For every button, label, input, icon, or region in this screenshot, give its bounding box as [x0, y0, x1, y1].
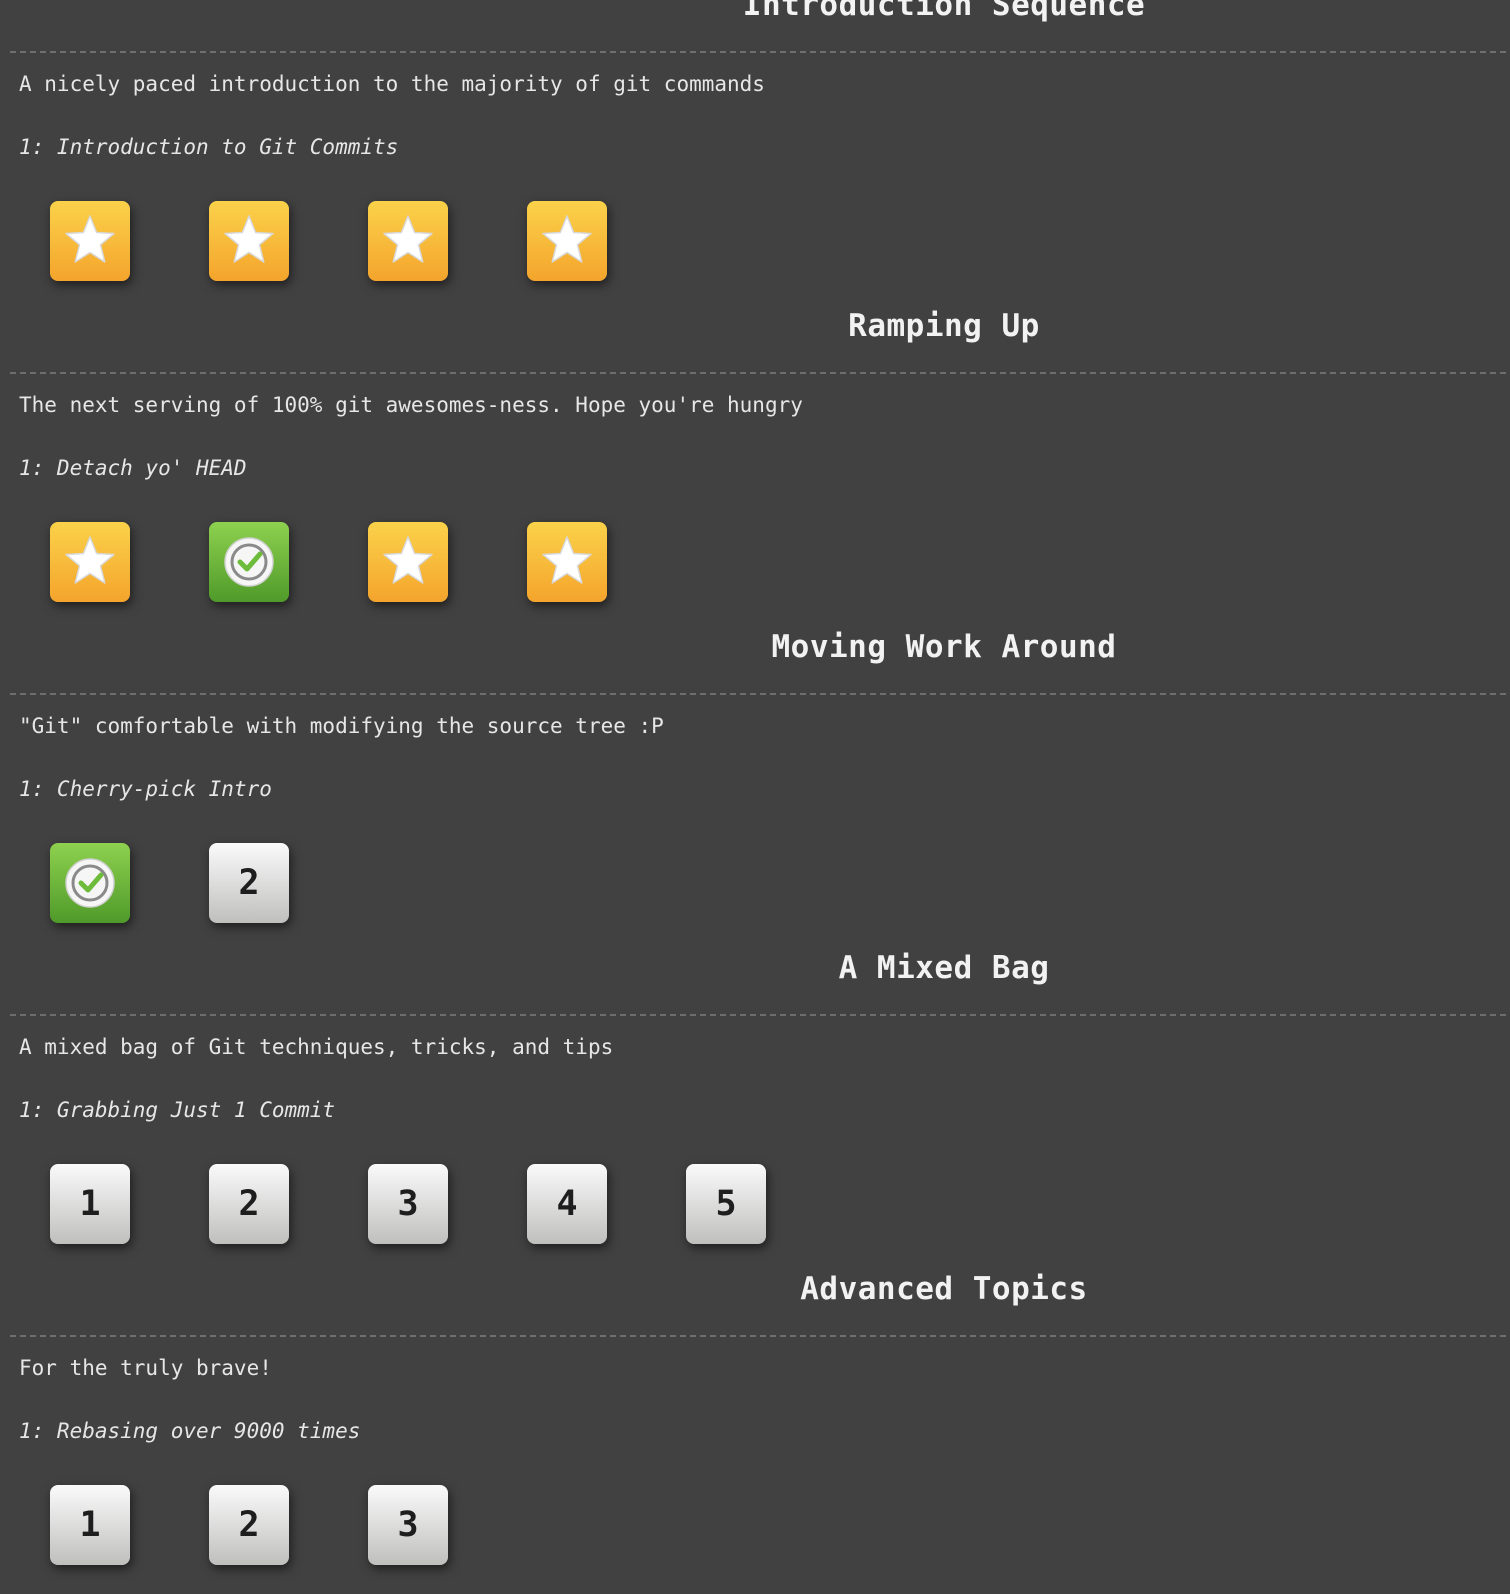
star-icon — [60, 532, 120, 592]
selected-level-name: 1: Rebasing over 9000 times — [19, 1419, 361, 1443]
dashed-divider — [10, 1335, 1506, 1337]
dashed-divider — [10, 693, 1506, 695]
star-icon — [378, 211, 438, 271]
selected-level-name: 1: Cherry-pick Intro — [19, 777, 272, 801]
level-number: 1 — [79, 1184, 101, 1224]
level-button-3[interactable]: 3 — [368, 1485, 448, 1565]
level-button-3[interactable] — [368, 522, 448, 602]
selected-level-name: 1: Introduction to Git Commits — [19, 135, 399, 159]
level-button-1[interactable]: 1 — [50, 1164, 130, 1244]
sequence-section: Moving Work Around "Git" comfortable with… — [0, 622, 1510, 943]
level-button-1[interactable]: 1 — [50, 1485, 130, 1565]
level-button-2[interactable]: 2 — [209, 1485, 289, 1565]
level-number: 3 — [397, 1505, 419, 1545]
level-button-2[interactable]: 2 — [209, 1164, 289, 1244]
level-number: 1 — [79, 1505, 101, 1545]
star-icon — [378, 532, 438, 592]
level-button-row — [50, 522, 607, 602]
dashed-divider — [10, 1014, 1506, 1016]
level-number: 3 — [397, 1184, 419, 1224]
star-icon — [60, 211, 120, 271]
level-button-2[interactable] — [209, 201, 289, 281]
sequence-section: Ramping Up The next serving of 100% git a… — [0, 301, 1510, 622]
sequence-title: Introduction Sequence — [742, 0, 1146, 23]
level-button-row: 2 — [50, 843, 289, 923]
level-button-5[interactable]: 5 — [686, 1164, 766, 1244]
level-button-3[interactable] — [368, 201, 448, 281]
checkmark-icon — [62, 855, 118, 911]
level-button-row: 1 2 3 4 5 — [50, 1164, 766, 1244]
sequence-description: "Git" comfortable with modifying the sou… — [19, 714, 664, 738]
level-button-1[interactable] — [50, 201, 130, 281]
star-icon — [537, 532, 597, 592]
level-button-4[interactable] — [527, 522, 607, 602]
selected-level-name: 1: Grabbing Just 1 Commit — [19, 1098, 336, 1122]
star-icon — [537, 211, 597, 271]
level-button-2[interactable]: 2 — [209, 843, 289, 923]
level-number: 2 — [238, 1505, 260, 1545]
dashed-divider — [10, 372, 1506, 374]
sequence-description: The next serving of 100% git awesomes-ne… — [19, 393, 803, 417]
selected-level-name: 1: Detach yo' HEAD — [19, 456, 247, 480]
checkmark-icon — [221, 534, 277, 590]
level-number: 2 — [238, 1184, 260, 1224]
level-button-2[interactable] — [209, 522, 289, 602]
level-button-row: 1 2 3 — [50, 1485, 448, 1565]
sequence-title: Advanced Topics — [800, 1271, 1088, 1307]
level-button-1[interactable] — [50, 843, 130, 923]
level-number: 5 — [715, 1184, 737, 1224]
sequence-section: Advanced Topics For the truly brave! 1: Re… — [0, 1264, 1510, 1585]
star-icon — [219, 211, 279, 271]
level-button-1[interactable] — [50, 522, 130, 602]
sequence-title: Ramping Up — [848, 308, 1040, 344]
level-button-4[interactable]: 4 — [527, 1164, 607, 1244]
sequence-section: A Mixed Bag A mixed bag of Git techniques… — [0, 943, 1510, 1264]
sequence-title: A Mixed Bag — [838, 950, 1050, 986]
dashed-divider — [10, 51, 1506, 53]
level-number: 4 — [556, 1184, 578, 1224]
sequence-description: A mixed bag of Git techniques, tricks, a… — [19, 1035, 614, 1059]
level-sequence-list: Introduction Sequence A nicely paced intr… — [0, 0, 1510, 1585]
sequence-description: A nicely paced introduction to the major… — [19, 72, 765, 96]
sequence-section: Introduction Sequence A nicely paced intr… — [0, 0, 1510, 301]
sequence-title: Moving Work Around — [771, 629, 1117, 665]
level-button-3[interactable]: 3 — [368, 1164, 448, 1244]
sequence-description: For the truly brave! — [19, 1356, 272, 1380]
level-button-4[interactable] — [527, 201, 607, 281]
level-number: 2 — [238, 863, 260, 903]
level-button-row — [50, 201, 607, 281]
